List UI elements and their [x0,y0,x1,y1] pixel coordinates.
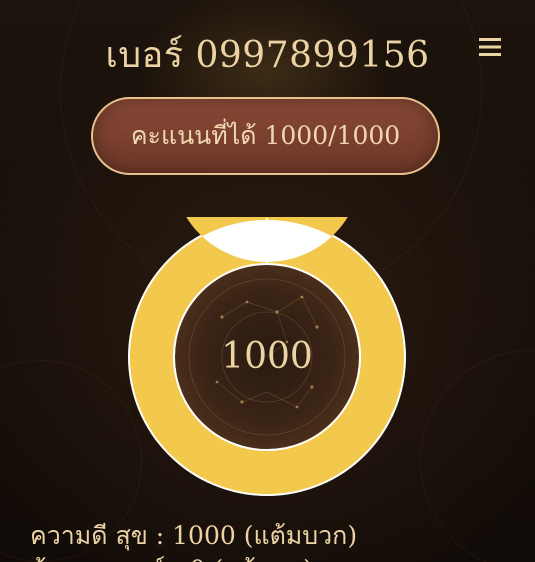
hamburger-menu-icon [479,38,501,56]
negative-score-text: ด้านลบ ทุกข์ : 0 (แต้มลบ) [30,552,313,562]
score-label: คะแนนที่ได้ 1000/1000 [130,121,401,150]
positive-score-text: ความดี สุข : 1000 (แต้มบวก) [30,521,358,550]
app-screen: เบอร์ 0997899156 คะแนนที่ได้ 1000/1000 1… [0,0,535,562]
score-gauge: 1000 [127,217,407,497]
menu-button[interactable] [476,35,504,59]
gauge-center-value: 1000 [221,336,313,377]
score-badge: คะแนนที่ได้ 1000/1000 [91,97,440,175]
background-decoration [420,350,535,562]
phone-number-title: เบอร์ 0997899156 [105,35,430,76]
